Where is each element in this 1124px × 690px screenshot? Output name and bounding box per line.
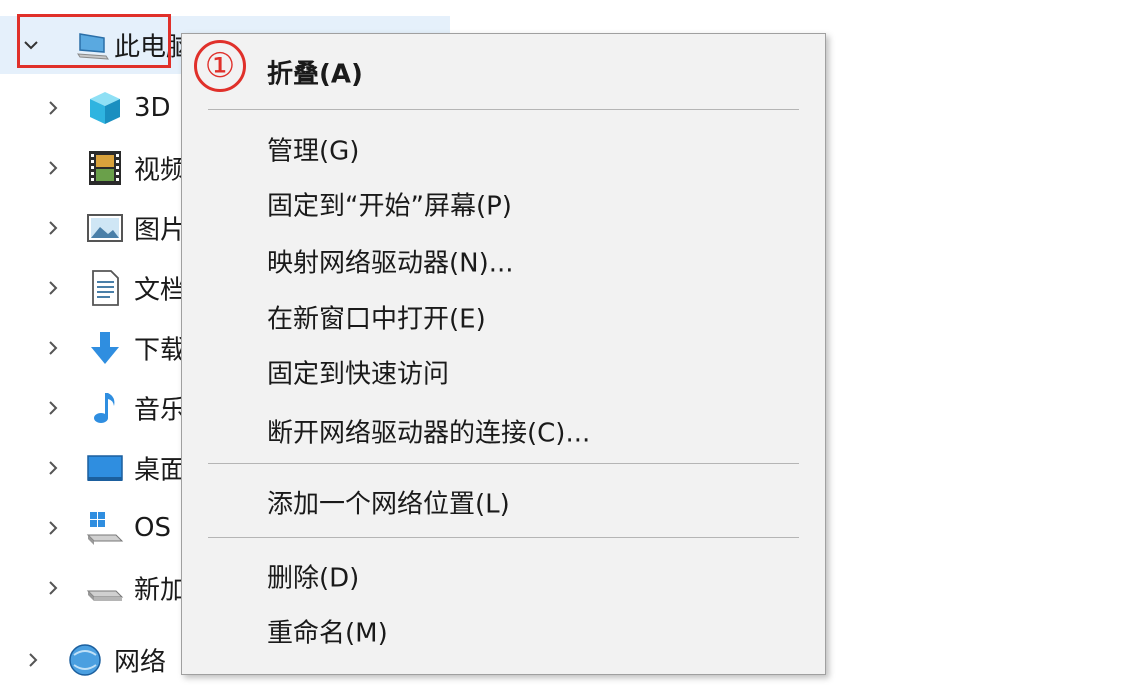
menu-item-disconnect-network-drive[interactable]: 断开网络驱动器的连接(C)...	[182, 404, 825, 458]
tree-item-label: 新加	[134, 575, 187, 606]
windows-drive-icon	[86, 509, 124, 547]
tree-item-label: 桌面	[134, 455, 187, 486]
highlight-box	[17, 14, 171, 68]
tree-item-label: 视频	[134, 155, 187, 186]
menu-item-map-network-drive[interactable]: 映射网络驱动器(N)...	[182, 234, 825, 288]
3d-objects-icon	[86, 89, 124, 127]
chevron-right-icon[interactable]	[44, 339, 62, 357]
menu-item-rename[interactable]: 重命名(M)	[182, 604, 825, 658]
chevron-right-icon[interactable]	[44, 279, 62, 297]
chevron-right-icon[interactable]	[44, 219, 62, 237]
tree-item-label: 音乐	[134, 395, 187, 426]
document-icon	[86, 269, 124, 307]
menu-item-collapse[interactable]: 折叠(A)	[182, 45, 825, 99]
menu-item-manage[interactable]: 管理(G)	[182, 122, 825, 176]
menu-item-label: 断开网络驱动器的连接(C)...	[267, 418, 591, 449]
menu-item-add-network-location[interactable]: 添加一个网络位置(L)	[182, 475, 825, 529]
menu-separator	[208, 109, 799, 110]
menu-item-label: 在新窗口中打开(E)	[267, 304, 486, 335]
menu-separator	[208, 537, 799, 538]
chevron-right-icon[interactable]	[44, 99, 62, 117]
chevron-right-icon[interactable]	[44, 159, 62, 177]
menu-separator	[208, 463, 799, 464]
menu-item-label: 管理(G)	[267, 136, 360, 167]
menu-item-label: 删除(D)	[267, 563, 360, 594]
chevron-right-icon[interactable]	[44, 459, 62, 477]
drive-icon	[86, 569, 124, 607]
menu-item-delete[interactable]: 删除(D)	[182, 549, 825, 603]
menu-item-open-new-window[interactable]: 在新窗口中打开(E)	[182, 290, 825, 344]
network-icon	[66, 641, 104, 679]
tree-item-label: 图片	[134, 215, 187, 246]
music-icon	[86, 389, 124, 427]
menu-item-label: 映射网络驱动器(N)...	[267, 248, 514, 279]
tree-item-label: 文档	[134, 275, 187, 306]
menu-item-pin-to-quick-access[interactable]: 固定到快速访问	[182, 345, 825, 399]
tree-item-label: OS	[134, 513, 171, 543]
chevron-right-icon[interactable]	[44, 399, 62, 417]
menu-item-label: 折叠(A)	[267, 59, 363, 90]
menu-item-label: 固定到“开始”屏幕(P)	[267, 191, 512, 222]
menu-item-label: 重命名(M)	[267, 618, 388, 649]
context-menu: ① 折叠(A) 管理(G) 固定到“开始”屏幕(P) 映射网络驱动器(N)...…	[181, 33, 826, 675]
tree-item-label: 3D	[134, 93, 171, 123]
chevron-right-icon[interactable]	[24, 651, 42, 669]
menu-item-label: 固定到快速访问	[267, 359, 450, 390]
chevron-right-icon[interactable]	[44, 579, 62, 597]
menu-item-pin-to-start[interactable]: 固定到“开始”屏幕(P)	[182, 177, 825, 231]
picture-icon	[86, 209, 124, 247]
chevron-right-icon[interactable]	[44, 519, 62, 537]
menu-item-label: 添加一个网络位置(L)	[267, 489, 510, 520]
tree-item-label: 下载	[134, 335, 187, 366]
tree-item-label: 网络	[114, 647, 167, 678]
video-icon	[86, 149, 124, 187]
download-icon	[86, 329, 124, 367]
desktop-icon	[86, 449, 124, 487]
